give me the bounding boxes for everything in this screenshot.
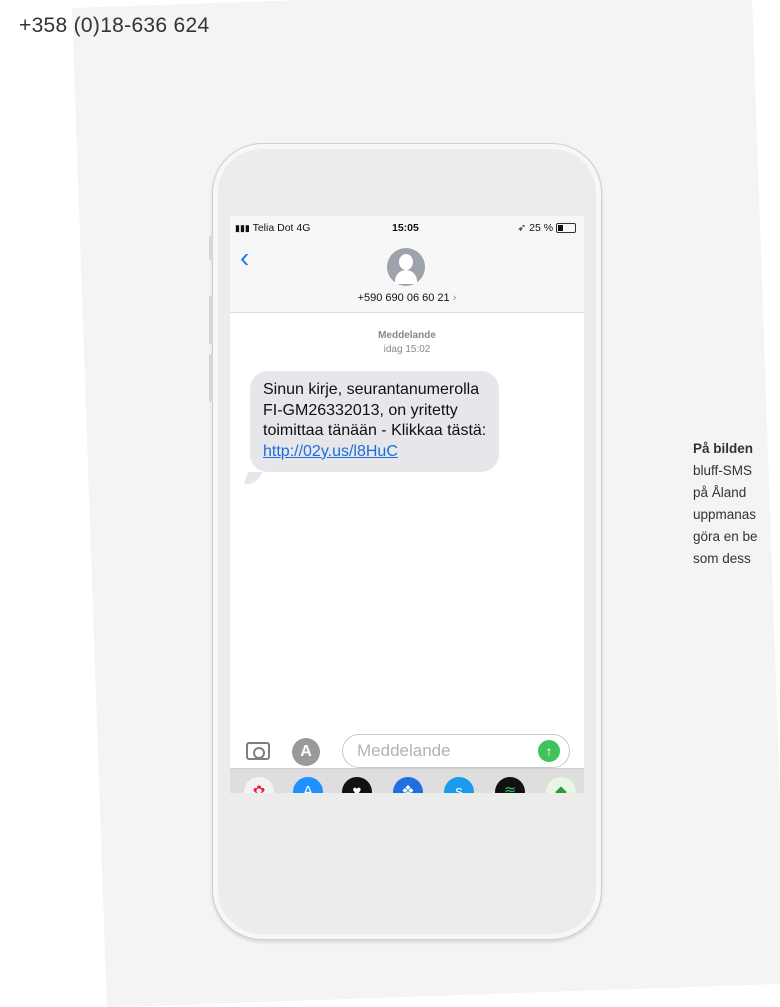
contact-avatar[interactable] [387, 248, 425, 286]
message-input[interactable]: Meddelande ↑ [342, 734, 570, 768]
shazam-icon[interactable]: ʂ [444, 777, 474, 793]
send-arrow-icon[interactable]: ↑ [538, 740, 560, 762]
contact-number[interactable]: +590 690 06 60 21 › [230, 292, 584, 304]
sms-text: Sinun kirje, seurantanumerolla FI-GM2633… [263, 381, 487, 439]
signal-icon: ▮▮▮ [235, 223, 250, 233]
bubble-tail [243, 472, 263, 484]
caption: På bilden bluff-SMS på Åland uppmanas gö… [693, 438, 780, 570]
caption-line: på Åland [693, 485, 747, 500]
caption-line: uppmanas [693, 507, 757, 522]
heart-app-icon[interactable]: ♥ [342, 777, 372, 793]
page-phone-number: +358 (0)18-636 624 [19, 14, 210, 37]
dropbox-icon[interactable]: ❖ [393, 777, 423, 793]
message-time: idag 15:02 [383, 344, 431, 355]
carrier-label: ▮▮▮ Telia Dot 4G [235, 222, 311, 234]
caption-line: På bilden [693, 441, 754, 456]
status-bar: ▮▮▮ Telia Dot 4G 15:05 ➶ 25 % [230, 216, 584, 238]
chevron-right-icon: › [452, 292, 457, 304]
caption-line: göra en be [693, 529, 758, 544]
location-icon: ➶ [517, 222, 527, 234]
messages-header: ▮▮▮ Telia Dot 4G 15:05 ➶ 25 % ‹ +590 690… [230, 216, 584, 313]
caption-line: bluff-SMS [693, 463, 753, 478]
appstore-icon[interactable]: A [293, 777, 323, 793]
mute-switch [209, 236, 213, 260]
app-store-icon[interactable]: A [292, 738, 320, 766]
volume-up-button [209, 296, 213, 344]
spotify-icon[interactable]: ≋ [495, 777, 525, 793]
back-chevron-icon[interactable]: ‹ [240, 244, 249, 272]
sms-message-bubble: Sinun kirje, seurantanumerolla FI-GM2633… [250, 371, 499, 472]
message-type-label: Meddelande [378, 330, 436, 341]
phone-screen: ▮▮▮ Telia Dot 4G 15:05 ➶ 25 % ‹ +590 690… [230, 216, 584, 793]
maps-icon[interactable]: ◆ [546, 777, 576, 793]
caption-line: som dess [693, 551, 751, 566]
clock: 15:05 [392, 222, 419, 234]
battery-indicator: ➶ 25 % [517, 222, 576, 234]
volume-down-button [209, 354, 213, 402]
message-timestamp: Meddelande idag 15:02 [230, 329, 584, 357]
compose-bar: A Meddelande ↑ [230, 732, 584, 768]
app-drawer: ✿ A ♥ ❖ ʂ ≋ ◆ [230, 768, 584, 793]
sms-link[interactable]: http://02y.us/l8HuC [263, 443, 398, 460]
photos-icon[interactable]: ✿ [244, 777, 274, 793]
battery-icon [556, 223, 576, 234]
camera-icon[interactable] [246, 742, 270, 760]
